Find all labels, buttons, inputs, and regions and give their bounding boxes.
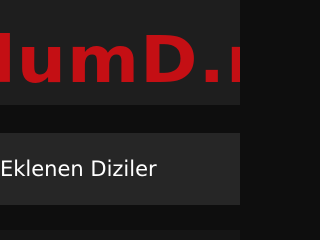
site-logo[interactable]: lumD.n [0,26,240,96]
content-area-edge [0,230,240,240]
section-header: Eklenen Diziler [0,133,240,205]
site-header: lumD.n [0,0,240,105]
section-title: Eklenen Diziler [0,157,157,181]
page: lumD.n Eklenen Diziler [0,0,240,240]
